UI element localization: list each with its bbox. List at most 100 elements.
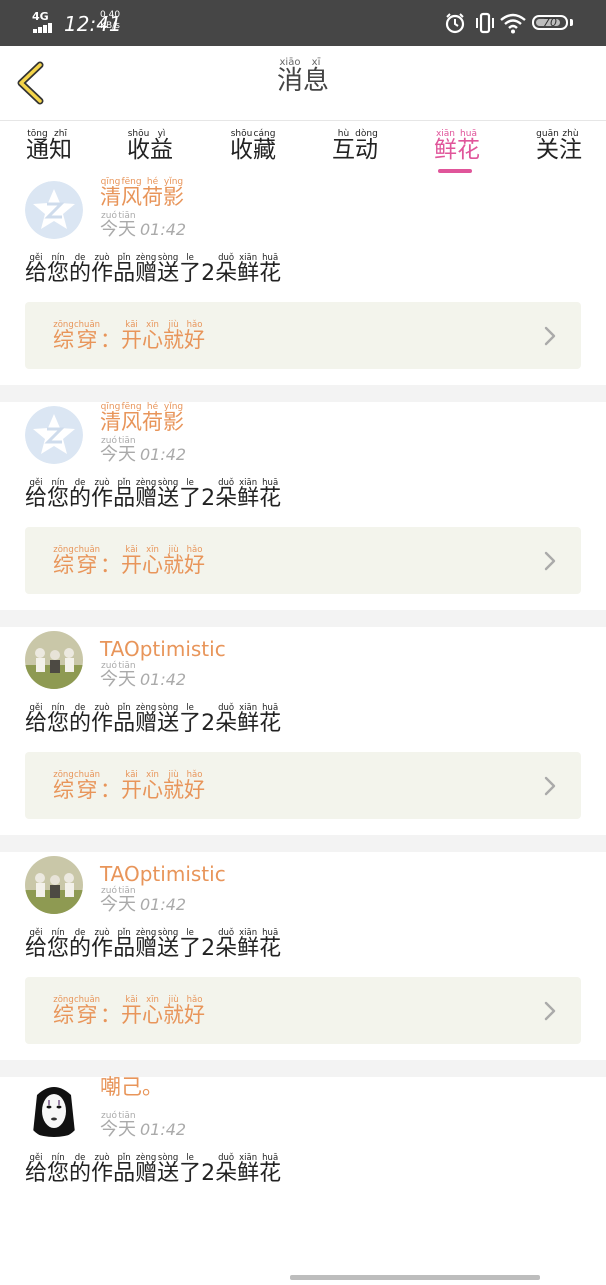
ruby-char: xīn 心 (142, 545, 164, 577)
ruby-char: yì 益 (150, 129, 173, 163)
ruby-char: nín 您 (47, 928, 70, 961)
ruby-char: de 的 (69, 478, 92, 511)
ruby-char: sòng 送 (157, 1153, 180, 1186)
ruby-char: huā 花 (259, 253, 282, 286)
ruby-char: hǎo 好 (184, 320, 206, 352)
username[interactable]: TAOptimistic (100, 862, 226, 886)
ruby-char: xiān 鲜 (237, 703, 260, 736)
ruby-char: le 了 (179, 1153, 202, 1186)
ruby-char: de 的 (69, 1153, 92, 1186)
ruby-char: xiān 鲜 (237, 253, 260, 286)
gift-text: gěi 给 nín 您 de 的 zuò 作 pǐn 品 zèng 赠 sòng 送 le 了 2 duǒ 朵 xiā… (25, 253, 281, 285)
ruby-char: hǎo 好 (184, 995, 206, 1027)
ruby-char: sòng 送 (157, 478, 180, 511)
user-photo-avatar (25, 856, 83, 914)
ruby-char: jiù 就 (163, 995, 185, 1027)
ruby-char: gěi 给 (25, 928, 48, 961)
ruby-char: zhù 注 (559, 129, 582, 163)
ruby-char: zèng 赠 (135, 703, 158, 736)
chevron-right-icon (544, 326, 556, 346)
tab-2[interactable]: shōu 收 cáng 藏 (230, 129, 276, 177)
ruby-char: zèng 赠 (135, 1153, 158, 1186)
ruby-char: huā 花 (259, 703, 282, 736)
ruby-char: qīng 清 (100, 402, 121, 434)
username[interactable]: qīng 清 fēng 风 hé 荷 yǐng 影 (100, 402, 184, 433)
ruby-char: kāi 开 (121, 545, 143, 577)
message-time: zuó 今 tiān 天 01:42 (100, 661, 187, 690)
ruby-char: duǒ 朵 (215, 703, 238, 736)
ruby-char: zuò 作 (91, 928, 114, 961)
ruby-char: xīn 心 (142, 770, 164, 802)
ruby-char: 2 (201, 936, 216, 961)
ruby-char: shōu 收 (127, 129, 150, 163)
tab-5[interactable]: guān 关 zhù 注 (536, 129, 582, 177)
work-link[interactable]: zōng 综 chuān 穿： kāi 开 xīn 心 jiù 就 hǎo 好 (25, 302, 581, 369)
net-speed: 0.40 KB/s (100, 10, 121, 31)
gift-text: gěi 给 nín 您 de 的 zuò 作 pǐn 品 zèng 赠 sòng 送 le 了 2 duǒ 朵 xiā… (25, 928, 281, 960)
ruby-char: zōng 综 (53, 995, 74, 1027)
ruby-char: zōng 综 (53, 545, 74, 577)
username[interactable]: TAOptimistic (100, 637, 226, 661)
avatar[interactable] (25, 631, 83, 689)
ruby-char: tiān 天 (118, 886, 136, 915)
ruby-char: sòng 送 (157, 703, 180, 736)
ruby-char: jiù 就 (163, 770, 185, 802)
message-time: zuó 今 tiān 天 01:42 (100, 1111, 187, 1140)
ruby-char: 己 (121, 1075, 142, 1099)
work-title: zōng 综 chuān 穿： kāi 开 xīn 心 jiù 就 hǎo 好 (53, 770, 205, 801)
ruby-char: tiān 天 (118, 1111, 136, 1140)
tab-1[interactable]: shōu 收 yì 益 (127, 129, 173, 177)
ruby-char: xīn 心 (142, 320, 164, 352)
ruby-char: zèng 赠 (135, 928, 158, 961)
card-separator (0, 835, 606, 852)
tab-bar: tōng 通 zhī 知 shōu 收 yì 益 shōu 收 cáng 藏 hù 互 dòng 动 xiān 鲜… (0, 121, 606, 177)
ruby-char: zuó 今 (100, 436, 118, 465)
app-header: xiāo 消 xī 息 (0, 46, 606, 121)
default-avatar-icon (25, 406, 83, 464)
ruby-char: gěi 给 (25, 478, 48, 511)
ruby-char: chuān 穿 (74, 995, 101, 1027)
work-link[interactable]: zōng 综 chuān 穿： kāi 开 xīn 心 jiù 就 hǎo 好 (25, 527, 581, 594)
ruby-char: tiān 天 (118, 211, 136, 240)
avatar[interactable] (25, 406, 83, 464)
ruby-char: yǐng 影 (163, 402, 184, 434)
ruby-char: zèng 赠 (135, 253, 158, 286)
ruby-char: jiù 就 (163, 545, 185, 577)
ruby-char: fēng 风 (121, 177, 142, 209)
username[interactable]: qīng 清 fēng 风 hé 荷 yǐng 影 (100, 177, 184, 208)
message-card: TAOptimistic zuó 今 tiān 天 01:42 gěi 给 nín 您 de 的 zuò… (0, 852, 606, 1060)
ruby-char: duǒ 朵 (215, 478, 238, 511)
avatar[interactable] (25, 856, 83, 914)
tab-0[interactable]: tōng 通 zhī 知 (26, 129, 72, 177)
message-time: zuó 今 tiān 天 01:42 (100, 436, 187, 465)
ruby-char: zuò 作 (91, 478, 114, 511)
ruby-char: huā 花 (259, 478, 282, 511)
gift-text: gěi 给 nín 您 de 的 zuò 作 pǐn 品 zèng 赠 sòng 送 le 了 2 duǒ 朵 xiā… (25, 478, 281, 510)
tab-3[interactable]: hù 互 dòng 动 (332, 129, 378, 177)
ruby-char: dòng 动 (355, 129, 378, 163)
avatar[interactable] (25, 1081, 83, 1139)
message-card: qīng 清 fēng 风 hé 荷 yǐng 影 zuó 今 tiān 天 01:42 gěi 给 nín 您… (0, 177, 606, 385)
default-avatar-icon (25, 181, 83, 239)
ruby-char: tōng 通 (26, 129, 49, 163)
card-separator (0, 1060, 606, 1077)
ruby-char: zhī 知 (49, 129, 72, 163)
ruby-char: shōu 收 (230, 129, 253, 163)
ruby-char: hù 互 (332, 129, 355, 163)
ruby-char: cáng 藏 (253, 129, 276, 163)
ruby-char: le 了 (179, 478, 202, 511)
username[interactable]: 嘲己。 (100, 1077, 163, 1098)
alarm-icon (445, 13, 465, 34)
page-title: xiāo 消 xī 息 (276, 57, 330, 96)
avatar[interactable] (25, 181, 83, 239)
status-bar: 4G 12:41 0.40 KB/s 70 (0, 0, 606, 46)
ruby-char: de 的 (69, 703, 92, 736)
battery-icon: 70 (532, 15, 568, 30)
work-link[interactable]: zōng 综 chuān 穿： kāi 开 xīn 心 jiù 就 hǎo 好 (25, 977, 581, 1044)
message-card: qīng 清 fēng 风 hé 荷 yǐng 影 zuó 今 tiān 天 01:42 gěi 给 nín 您… (0, 402, 606, 610)
work-title: zōng 综 chuān 穿： kāi 开 xīn 心 jiù 就 hǎo 好 (53, 545, 205, 576)
work-link[interactable]: zōng 综 chuān 穿： kāi 开 xīn 心 jiù 就 hǎo 好 (25, 752, 581, 819)
ruby-char: nín 您 (47, 478, 70, 511)
ruby-char: xīn 心 (142, 995, 164, 1027)
ruby-char: yǐng 影 (163, 177, 184, 209)
